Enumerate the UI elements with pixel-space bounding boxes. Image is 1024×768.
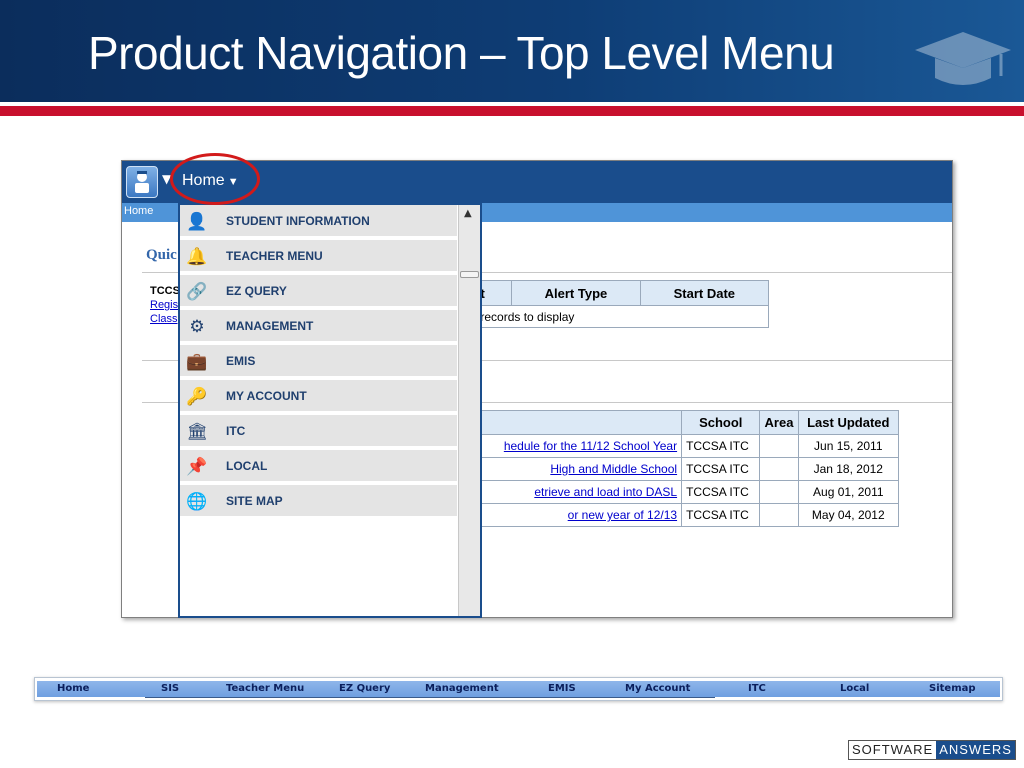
building-icon: 🏛 bbox=[186, 422, 208, 442]
scrollbar-thumb[interactable] bbox=[460, 271, 479, 278]
dropdown-scrollbar[interactable]: ▲ bbox=[458, 205, 480, 616]
nav-link-ez-query[interactable]: EZ Query bbox=[339, 683, 390, 694]
school-cell: TCCSA ITC bbox=[681, 480, 761, 504]
table-row: etrieve and load into DASL TCCSA ITC Aug… bbox=[421, 480, 900, 504]
nav-link-my-account[interactable]: My Account bbox=[625, 683, 690, 694]
table-row: High and Middle School TCCSA ITC Jan 18,… bbox=[421, 457, 900, 481]
nav-link-teacher-menu[interactable]: Teacher Menu bbox=[226, 683, 304, 694]
area-cell bbox=[759, 434, 799, 458]
bottom-nav-strip: Home SIS Teacher Menu EZ Query Managemen… bbox=[37, 681, 1000, 697]
nav-link-sitemap[interactable]: Sitemap bbox=[929, 683, 976, 694]
slide-title: Product Navigation – Top Level Menu bbox=[88, 27, 835, 79]
logo-text-software: SOFTWARE bbox=[849, 741, 937, 759]
nav-underline bbox=[145, 697, 715, 698]
menu-item-management[interactable]: ⚙ MANAGEMENT bbox=[180, 310, 457, 343]
school-label: TCCS bbox=[150, 285, 180, 297]
student-icon: 👤 bbox=[186, 212, 208, 232]
column-header-start-date[interactable]: Start Date bbox=[639, 280, 770, 306]
highlight-circle bbox=[170, 153, 260, 205]
area-cell bbox=[759, 503, 799, 527]
menu-item-ez-query[interactable]: 🔗 EZ QUERY bbox=[180, 275, 457, 308]
globe-icon: 🌐 bbox=[186, 492, 208, 512]
scroll-up-arrow-icon[interactable]: ▲ bbox=[464, 208, 472, 219]
menu-item-label: EMIS bbox=[226, 354, 256, 368]
logo-text-answers: ANSWERS bbox=[936, 741, 1015, 759]
area-cell bbox=[759, 457, 799, 481]
keys-icon: 🔑 bbox=[186, 387, 208, 407]
menu-item-itc[interactable]: 🏛 ITC bbox=[180, 415, 457, 448]
date-cell: May 04, 2012 bbox=[797, 503, 900, 527]
column-header-area[interactable]: Area bbox=[759, 410, 799, 435]
date-cell: Jun 15, 2011 bbox=[797, 434, 900, 458]
nav-link-itc[interactable]: ITC bbox=[748, 683, 766, 694]
menu-item-local[interactable]: 📌 LOCAL bbox=[180, 450, 457, 483]
quick-links-heading: Quic bbox=[146, 247, 177, 263]
nav-link-local[interactable]: Local bbox=[840, 683, 869, 694]
bell-icon: 🔔 bbox=[186, 247, 208, 267]
menu-item-label: SITE MAP bbox=[226, 494, 283, 508]
app-logo-icon[interactable] bbox=[126, 166, 158, 198]
menu-item-student-information[interactable]: 👤 STUDENT INFORMATION bbox=[180, 205, 457, 238]
column-header-last-updated[interactable]: Last Updated bbox=[797, 410, 900, 435]
school-cell: TCCSA ITC bbox=[681, 457, 761, 481]
menu-item-emis[interactable]: 💼 EMIS bbox=[180, 345, 457, 378]
nav-link-sis[interactable]: SIS bbox=[161, 683, 179, 694]
gears-icon: ⚙ bbox=[189, 317, 205, 337]
link-icon: 🔗 bbox=[186, 282, 208, 302]
table-row: hedule for the 11/12 School Year TCCSA I… bbox=[421, 434, 900, 458]
header-divider-red bbox=[0, 106, 1024, 116]
date-cell: Aug 01, 2011 bbox=[797, 480, 900, 504]
nav-link-home[interactable]: Home bbox=[57, 683, 89, 694]
nav-link-emis[interactable]: EMIS bbox=[548, 683, 576, 694]
bottom-nav-bar: Home SIS Teacher Menu EZ Query Managemen… bbox=[34, 677, 1003, 701]
menu-item-my-account[interactable]: 🔑 MY ACCOUNT bbox=[180, 380, 457, 413]
menu-item-site-map[interactable]: 🌐 SITE MAP bbox=[180, 485, 457, 518]
nav-link-management[interactable]: Management bbox=[425, 683, 499, 694]
table-row: or new year of 12/13 TCCSA ITC May 04, 2… bbox=[421, 503, 900, 527]
menu-item-label: TEACHER MENU bbox=[226, 249, 323, 263]
graduation-cap-icon bbox=[915, 32, 1011, 85]
date-cell: Jan 18, 2012 bbox=[797, 457, 900, 481]
home-dropdown-menu: 👤 STUDENT INFORMATION 🔔 TEACHER MENU 🔗 E… bbox=[178, 203, 482, 618]
column-header-alert-type[interactable]: Alert Type bbox=[511, 280, 641, 306]
menu-item-label: MY ACCOUNT bbox=[226, 389, 307, 403]
column-header-school[interactable]: School bbox=[681, 410, 761, 435]
menu-item-label: EZ QUERY bbox=[226, 284, 287, 298]
software-answers-logo: SOFTWARE ANSWERS bbox=[848, 740, 1016, 760]
documents-table: Title School Area Last Updated hedule fo… bbox=[421, 410, 900, 527]
breadcrumb[interactable]: Home bbox=[124, 205, 153, 217]
menu-item-label: LOCAL bbox=[226, 459, 268, 473]
menu-item-label: ITC bbox=[226, 424, 246, 438]
menu-item-label: STUDENT INFORMATION bbox=[226, 214, 370, 228]
pushpin-icon: 📌 bbox=[186, 457, 208, 477]
area-cell bbox=[759, 480, 799, 504]
briefcase-icon: 💼 bbox=[186, 352, 208, 372]
menu-item-label: MANAGEMENT bbox=[226, 319, 314, 333]
menu-item-teacher-menu[interactable]: 🔔 TEACHER MENU bbox=[180, 240, 457, 273]
school-cell: TCCSA ITC bbox=[681, 503, 761, 527]
school-cell: TCCSA ITC bbox=[681, 434, 761, 458]
registration-link[interactable]: Regis bbox=[150, 299, 178, 311]
slide-header: Product Navigation – Top Level Menu bbox=[0, 0, 1024, 106]
class-link[interactable]: Class bbox=[150, 313, 178, 325]
